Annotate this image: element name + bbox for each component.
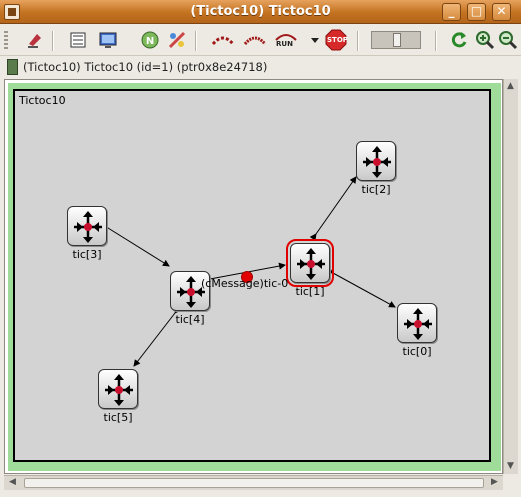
- console-icon[interactable]: [98, 30, 118, 50]
- scroll-left-arrow-icon[interactable]: ◀: [6, 476, 19, 489]
- title-bar: (Tictoc10) Tictoc10 _ □ ✕: [0, 0, 521, 24]
- separator: [435, 31, 437, 51]
- node-label: tic[3]: [72, 248, 102, 261]
- run-label: RUN: [276, 40, 293, 48]
- router-icon: [404, 308, 432, 340]
- node-tic-0[interactable]: tic[0]: [397, 303, 437, 358]
- node-icon: [67, 206, 107, 246]
- stop-label: STOP: [327, 36, 348, 44]
- speed-slider[interactable]: [371, 31, 421, 49]
- step-icon[interactable]: [25, 30, 45, 50]
- node-label: tic[5]: [103, 411, 133, 424]
- network-canvas[interactable]: Tictoc10 tic[2] tic[3] tic[1] tic[4] tic…: [4, 79, 503, 474]
- node-icon: [286, 239, 334, 287]
- separator: [52, 31, 54, 51]
- router-icon: [105, 374, 133, 406]
- message-label: (cMessage)tic-0: [201, 277, 289, 290]
- minimize-button[interactable]: _: [442, 3, 461, 21]
- close-button[interactable]: ✕: [492, 3, 511, 21]
- run-button[interactable]: RUN: [274, 30, 298, 50]
- horizontal-scrollbar[interactable]: ◀ ▶: [4, 475, 503, 490]
- step-event-icon[interactable]: [211, 30, 235, 50]
- speed-slider-thumb[interactable]: [393, 33, 401, 47]
- node-tic-5[interactable]: tic[5]: [98, 369, 138, 424]
- object-info-text: (Tictoc10) Tictoc10 (id=1) (ptr0x8e24718…: [23, 60, 268, 74]
- node-label: tic[0]: [402, 345, 432, 358]
- toolbar: N RUN STOP: [0, 25, 521, 56]
- run-menu-arrow-icon[interactable]: [310, 30, 320, 50]
- node-icon: [356, 141, 396, 181]
- zoom-out-icon[interactable]: [498, 30, 518, 50]
- router-icon: [74, 211, 102, 243]
- horizontal-scroll-thumb[interactable]: [24, 478, 484, 488]
- find-icon[interactable]: [167, 30, 187, 50]
- node-label: tic[2]: [361, 183, 391, 196]
- compound-module[interactable]: Tictoc10 tic[2] tic[3] tic[1] tic[4] tic…: [13, 89, 491, 462]
- refresh-icon[interactable]: [449, 30, 469, 50]
- node-icon: [397, 303, 437, 343]
- scroll-up-arrow-icon[interactable]: ▲: [504, 80, 517, 93]
- svg-text:N: N: [146, 36, 154, 47]
- node-tic-1[interactable]: tic[1]: [286, 239, 334, 298]
- stop-button[interactable]: STOP: [325, 29, 348, 51]
- node-tic-3[interactable]: tic[3]: [67, 206, 107, 261]
- info-bar: (Tictoc10) Tictoc10 (id=1) (ptr0x8e24718…: [0, 57, 521, 77]
- scroll-down-arrow-icon[interactable]: ▼: [504, 460, 517, 473]
- router-icon: [363, 146, 391, 178]
- scroll-right-arrow-icon[interactable]: ▶: [488, 476, 501, 489]
- network-icon[interactable]: N: [140, 30, 160, 50]
- node-label: tic[4]: [175, 313, 205, 326]
- node-icon: [98, 369, 138, 409]
- module-color-swatch: [7, 59, 18, 75]
- separator: [357, 31, 359, 51]
- zoom-in-icon[interactable]: [475, 30, 495, 50]
- separator: [195, 31, 197, 51]
- fast-run-icon[interactable]: [243, 30, 267, 50]
- maximize-button[interactable]: □: [467, 3, 486, 21]
- toolbar-grip: [4, 31, 8, 51]
- router-icon: [297, 248, 325, 280]
- object-tree-icon[interactable]: [68, 30, 88, 50]
- vertical-scrollbar[interactable]: ▲ ▼: [503, 79, 518, 474]
- node-tic-2[interactable]: tic[2]: [356, 141, 396, 196]
